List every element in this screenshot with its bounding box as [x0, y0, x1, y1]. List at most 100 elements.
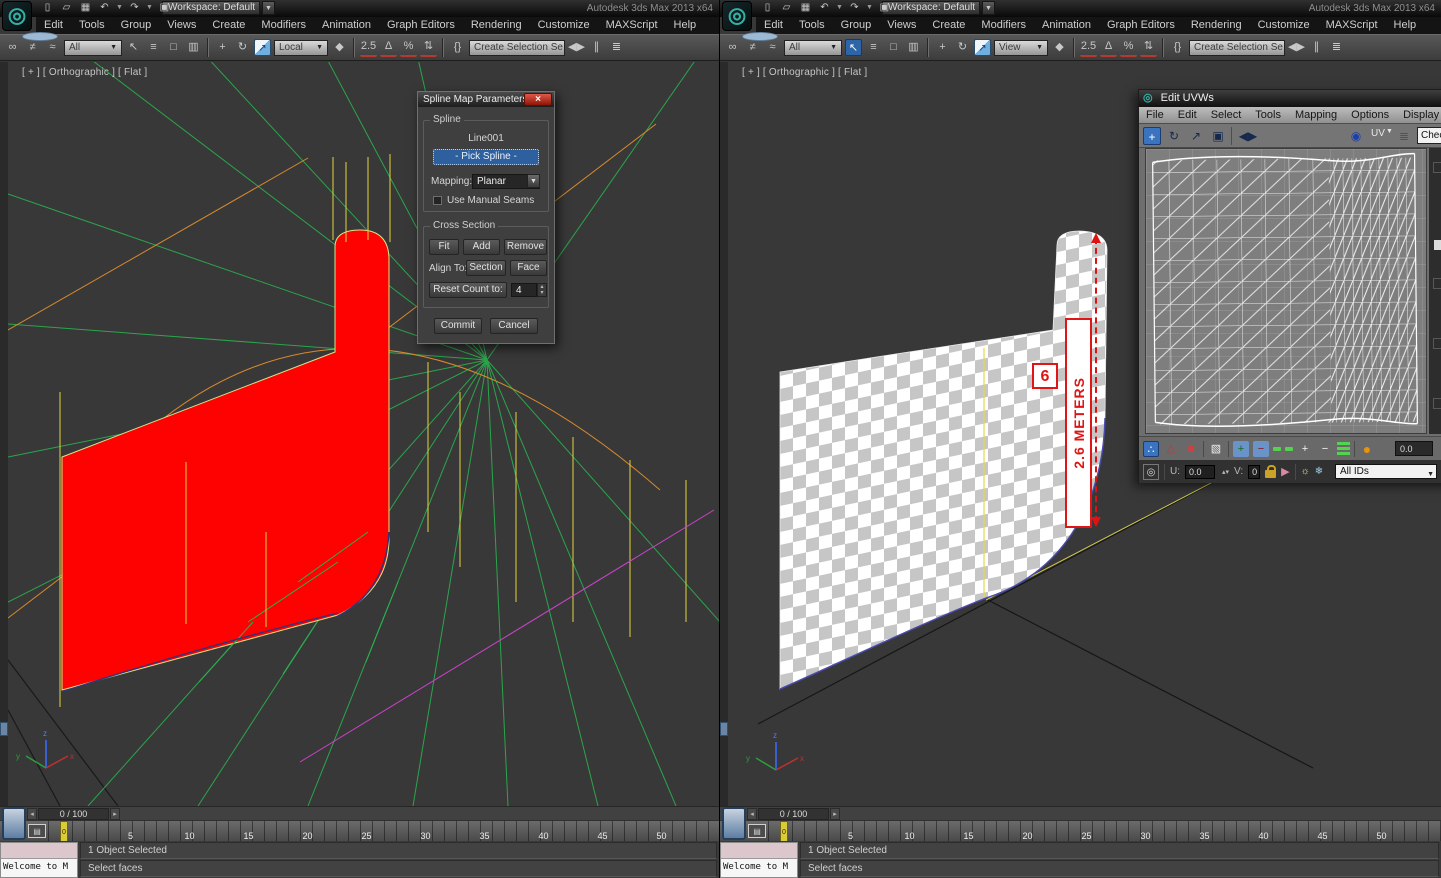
previous-frame-icon[interactable]: ◂: [27, 808, 37, 820]
viewport-left[interactable]: [ + ] [ Orthographic ] [ Flat ]: [8, 62, 720, 806]
bind-spacewarp-icon[interactable]: ≈: [44, 39, 61, 56]
fit-button[interactable]: Fit: [429, 239, 459, 255]
menu-item[interactable]: MAXScript: [1318, 17, 1386, 34]
menu-item[interactable]: MAXScript: [598, 17, 666, 34]
next-frame-icon[interactable]: ▸: [110, 808, 120, 820]
layer-manager-icon[interactable]: ≣: [1328, 39, 1345, 56]
align-icon[interactable]: ∥: [588, 39, 605, 56]
snap-toggle-icon[interactable]: 2.5: [1080, 39, 1097, 57]
select-by-name-icon[interactable]: ≡: [145, 39, 162, 56]
project-folder-icon[interactable]: ▣: [877, 1, 892, 15]
panel-swatch[interactable]: [1434, 240, 1441, 250]
viewport-label[interactable]: [ + ] [ Orthographic ] [ Flat ]: [22, 67, 147, 78]
save-icon[interactable]: ▦: [798, 1, 813, 15]
show-map-icon[interactable]: ◉: [1347, 127, 1365, 145]
menu-item[interactable]: Views: [879, 17, 924, 34]
mapping-caret-icon[interactable]: ▼: [527, 174, 540, 188]
workspace-caret-icon[interactable]: ▼: [262, 1, 275, 15]
angle-snap-icon[interactable]: Δ: [1100, 39, 1117, 57]
grow-loop-icon[interactable]: +: [1297, 441, 1313, 457]
cancel-button[interactable]: Cancel: [490, 318, 538, 334]
panel-button[interactable]: [1433, 338, 1441, 349]
unlink-icon[interactable]: ≠: [744, 39, 761, 56]
uvw-menu-item[interactable]: Select: [1204, 107, 1249, 123]
mirror-icon[interactable]: ◀▶: [1288, 39, 1305, 56]
track-view-icon[interactable]: ▤: [28, 824, 46, 838]
open-icon[interactable]: ▱: [59, 1, 74, 15]
listener-text[interactable]: Welcome to M: [1, 859, 77, 877]
selection-filter-dropdown[interactable]: All ▼: [784, 40, 842, 56]
redo-icon[interactable]: ↷: [847, 1, 862, 15]
time-slider-handle[interactable]: 0: [780, 821, 788, 842]
undo-caret-icon[interactable]: ▼: [836, 1, 843, 15]
loop-icon[interactable]: [1273, 447, 1281, 451]
update-map-icon[interactable]: ☼: [1301, 466, 1310, 477]
face-mode-icon[interactable]: ■: [1183, 441, 1199, 457]
align-lines-icon[interactable]: [1337, 442, 1350, 455]
dialog-title-bar[interactable]: Spline Map Parameters ×: [418, 92, 554, 107]
track-bar[interactable]: ▤ 5101520253035404550 0: [720, 820, 1441, 841]
menu-item[interactable]: Views: [159, 17, 204, 34]
remove-button[interactable]: Remove: [504, 239, 547, 255]
workspace-dropdown[interactable]: Workspace: Default: [162, 1, 260, 15]
menu-item[interactable]: Graph Editors: [1099, 17, 1183, 34]
menu-item[interactable]: Modifiers: [973, 17, 1034, 34]
panel-button[interactable]: [1433, 398, 1441, 409]
align-icon[interactable]: ∥: [1308, 39, 1325, 56]
time-slider-handle[interactable]: 0: [60, 821, 68, 842]
select-rotate-icon[interactable]: ↻: [954, 39, 971, 56]
uv-freeform-icon[interactable]: ▣: [1209, 127, 1227, 145]
workspace-caret-icon[interactable]: ▼: [982, 1, 995, 15]
title-bar[interactable]: ▯ ▱ ▦ ↶ ▼ ↷ ▼ ▣ Workspace: Default ▼ Aut…: [720, 0, 1441, 17]
map-dropdown[interactable]: Checke: [1417, 127, 1441, 144]
selection-set-dropdown[interactable]: Create Selection Se ▼: [469, 40, 565, 56]
menu-item[interactable]: Create: [924, 17, 973, 34]
track-view-icon[interactable]: ▤: [748, 824, 766, 838]
viewport-strip-button[interactable]: [0, 722, 8, 736]
menu-item[interactable]: Customize: [1250, 17, 1318, 34]
u-spinner-icon[interactable]: ▴▾: [1222, 468, 1229, 476]
menu-item[interactable]: Animation: [1034, 17, 1099, 34]
named-selection-sets-icon[interactable]: {}: [1169, 39, 1186, 56]
link-icon[interactable]: ∞: [4, 39, 21, 56]
rotate-value-field[interactable]: 0.0: [1395, 441, 1433, 456]
panel-button[interactable]: [1433, 278, 1441, 289]
mini-curve-editor-button[interactable]: [722, 807, 746, 840]
menu-item[interactable]: Modifiers: [253, 17, 314, 34]
uvw-menu-item[interactable]: Display: [1396, 107, 1441, 123]
menu-item[interactable]: Animation: [314, 17, 379, 34]
menu-item[interactable]: Rendering: [1183, 17, 1250, 34]
uv-mirror-icon[interactable]: ◀▶: [1236, 127, 1260, 145]
uv-canvas[interactable]: [1145, 148, 1427, 434]
maxscript-mini-listener[interactable]: Welcome to M: [0, 842, 78, 878]
vertex-mode-icon[interactable]: ∴: [1143, 441, 1159, 457]
red-surface[interactable]: [62, 230, 389, 690]
project-folder-icon[interactable]: ▣: [157, 1, 172, 15]
spinner-snap-icon[interactable]: ⇅: [1140, 39, 1157, 57]
menu-item[interactable]: Tools: [71, 17, 113, 34]
rectangular-region-icon[interactable]: □: [165, 39, 182, 56]
open-icon[interactable]: ▱: [779, 1, 794, 15]
rectangular-region-icon[interactable]: □: [885, 39, 902, 56]
select-scale-icon[interactable]: ↗: [254, 39, 271, 56]
grow-selection-icon[interactable]: +: [1233, 441, 1249, 457]
uvw-title-bar[interactable]: ◎ Edit UVWs: [1139, 90, 1441, 107]
uvw-menu-item[interactable]: Edit: [1171, 107, 1204, 123]
menu-item[interactable]: Group: [113, 17, 160, 34]
checkered-surface[interactable]: [780, 231, 1107, 689]
lock-icon[interactable]: [1265, 470, 1276, 478]
macro-recorder-row[interactable]: [721, 843, 797, 859]
uvw-menu-item[interactable]: Options: [1344, 107, 1396, 123]
undo-icon[interactable]: ↶: [817, 1, 832, 15]
uv-scale-icon[interactable]: ↗: [1187, 127, 1205, 145]
viewport-strip-button[interactable]: [720, 722, 728, 736]
menu-item[interactable]: Customize: [530, 17, 598, 34]
pick-spline-button[interactable]: - Pick Spline -: [433, 149, 539, 165]
pan-arrow-icon[interactable]: ▶: [1281, 465, 1289, 478]
window-crossing-icon[interactable]: ▥: [185, 39, 202, 56]
freeze-icon[interactable]: ❄: [1315, 466, 1323, 477]
workspace-dropdown[interactable]: Workspace: Default: [882, 1, 980, 15]
menu-item[interactable]: Help: [1386, 17, 1425, 34]
element-mode-icon[interactable]: ▧: [1208, 441, 1224, 457]
selection-set-dropdown[interactable]: Create Selection Se ▼: [1189, 40, 1285, 56]
